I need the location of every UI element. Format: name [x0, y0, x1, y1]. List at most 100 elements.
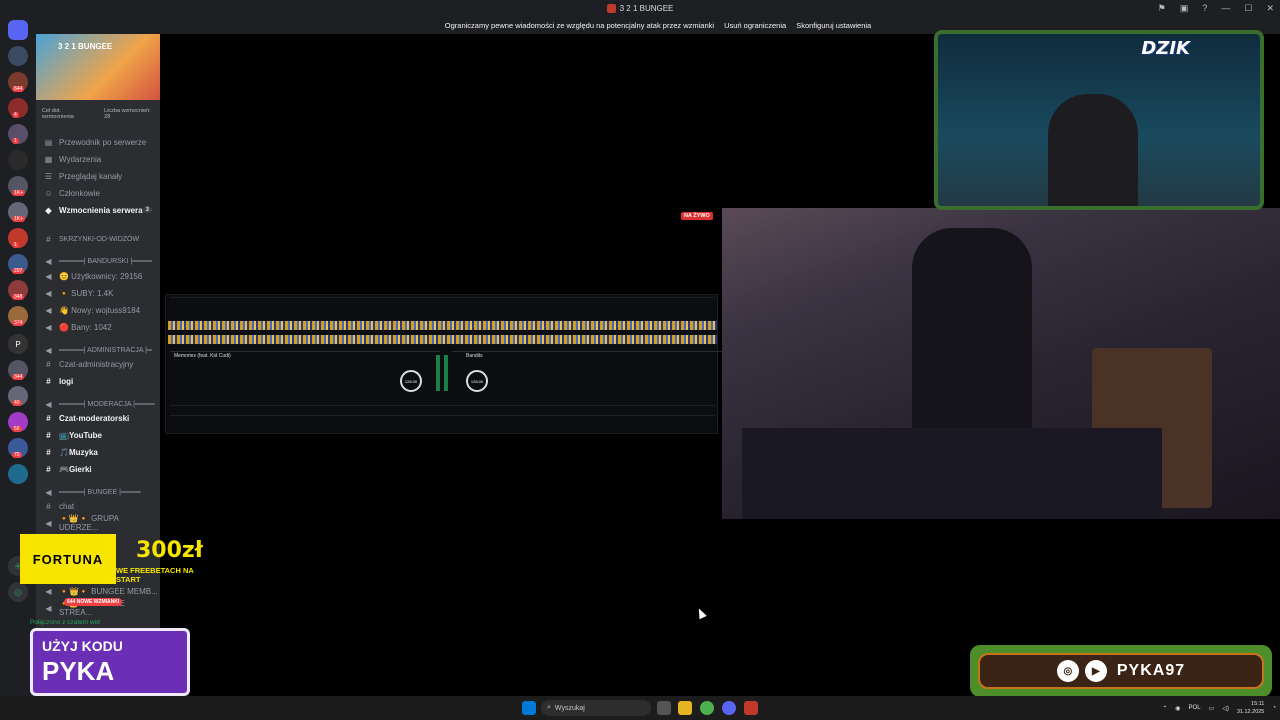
app-taskbar-icon[interactable] — [744, 701, 758, 715]
search-placeholder: Wyszukaj — [554, 704, 585, 712]
server-badge: 40 — [12, 400, 22, 406]
chrome-icon[interactable] — [700, 701, 714, 715]
window-titlebar: 3 2 1 BUNGEE — [0, 0, 1280, 16]
speaker-icon: ◀ — [45, 518, 52, 528]
channel-label: ═════| MODERACJA |════ — [59, 400, 155, 408]
server-banner-image[interactable]: 3 2 1 BUNGEE — [36, 34, 160, 100]
channel-label: 😊 Użytkownicy: 29156 — [59, 271, 143, 281]
server-badge: 4 — [12, 112, 19, 118]
server-badge: 348 — [12, 294, 25, 300]
channel-label: 🔸👑🔸 GRUPA UDERZE... — [58, 514, 119, 532]
search-icon: ⌕ — [547, 704, 551, 711]
instagram-icon: ◎ — [1056, 660, 1079, 682]
chevron-up-icon[interactable]: ⌃ — [1162, 705, 1167, 712]
dj-browser-row — [170, 415, 715, 425]
server-name[interactable]: 3 2 1 BUNGEE — [58, 42, 112, 51]
nav-server-guide[interactable]: ▤ Przewodnik po serwerze — [36, 134, 160, 150]
clock-time: 15:11 — [1251, 701, 1265, 707]
server-icon[interactable] — [8, 46, 28, 66]
server-icon[interactable]: P — [8, 334, 28, 354]
facecam-frame: DZIK — [934, 30, 1264, 210]
speaker-icon: ◀ — [45, 305, 52, 315]
speaker-icon: ◀ — [45, 399, 52, 409]
speaker-icon: ◀ — [45, 345, 52, 355]
voice-channel[interactable]: ◀ 🔸👑🔸 BUNGEE MEMB... — [36, 583, 160, 599]
notifications-icon[interactable]: ◔ — [1272, 705, 1276, 711]
text-channel[interactable]: # Czat-administracyjny — [36, 356, 160, 372]
channel-fader[interactable] — [436, 355, 440, 391]
voice-channel[interactable]: ◀ 👋 Nowy: wojtuss9184 — [36, 302, 160, 318]
nav-members[interactable]: ☺ Członkowie — [36, 185, 160, 201]
hashtag-icon: # — [46, 376, 51, 386]
inbox-icon[interactable]: ▣ — [1180, 3, 1189, 14]
voice-channel[interactable]: ◀ 😊 Użytkownicy: 29156 — [36, 268, 160, 284]
text-channel[interactable]: # 📺YouTube — [36, 427, 160, 443]
server-badge: 1 — [12, 242, 19, 248]
deck-b-jog-wheel[interactable]: 128.00 — [466, 370, 488, 392]
new-mentions-badge[interactable]: 644 NOWE WZMIANKI — [64, 598, 123, 606]
minimize-button[interactable]: — — [1221, 3, 1230, 13]
speaker-icon: ◀ — [45, 586, 52, 596]
speaker-icon: ◀ — [45, 271, 52, 281]
facecam-feed: DZIK — [938, 34, 1260, 206]
server-badge: 344 — [12, 374, 25, 380]
dj-software-window: Memories (feat. Kid Cudi) 128.00 Bandits… — [165, 294, 722, 434]
hashtag-icon: # — [46, 464, 51, 474]
channel-label: 🎮Gierki — [59, 464, 92, 474]
promo-code-overlay: UŻYJ KODU PYKA — [30, 628, 220, 696]
remove-restrictions-link[interactable]: Usuń ograniczenia — [724, 21, 786, 30]
help-icon[interactable]: ? — [1202, 3, 1207, 13]
calendar-icon: ▦ — [44, 154, 53, 164]
server-icon[interactable] — [8, 464, 28, 484]
waveform-overview[interactable] — [168, 321, 717, 330]
voice-channel[interactable]: ◀ 🔸 SUBY: 1.4K — [36, 285, 160, 301]
hashtag-icon: # — [46, 413, 51, 423]
server-badge: 1 — [12, 138, 19, 144]
discord-home-icon[interactable] — [8, 20, 28, 40]
server-badge: 1K+ — [12, 190, 26, 196]
channel-category[interactable]: # SKRZYNKI-OD-WIDZÓW — [36, 231, 160, 247]
voice-channel[interactable]: ◀ 🔴 Bany: 1042 — [36, 319, 160, 335]
fortuna-ad: FORTUNA 300zł WE FREEBETACH NA START — [20, 534, 210, 584]
pin-icon[interactable]: ⚑ — [1158, 3, 1166, 14]
dj-controller — [742, 428, 1162, 519]
fortuna-subtitle: WE FREEBETACH NA START — [116, 566, 194, 584]
voice-channel[interactable]: ◀ ═════| BANDURSKI |════ — [36, 253, 160, 269]
windows-start-icon[interactable] — [522, 701, 536, 715]
maximize-button[interactable]: ☐ — [1244, 3, 1252, 14]
file-explorer-icon[interactable] — [678, 701, 692, 715]
text-channel[interactable]: # chat — [36, 498, 160, 514]
task-view-icon[interactable] — [657, 701, 671, 715]
channel-sidebar: 3 2 1 BUNGEE Cel dot. wzmocnienia Liczba… — [36, 34, 160, 696]
nav-server-boosts[interactable]: ◆ Wzmocnienia serwera 3 — [36, 202, 160, 218]
close-button[interactable]: ✕ — [1266, 3, 1274, 14]
lang-indicator[interactable]: POL — [1189, 705, 1201, 711]
taskbar-search[interactable]: ⌕ Wyszukaj — [541, 700, 651, 716]
configure-settings-link[interactable]: Skonfiguruj ustawienia — [796, 21, 871, 30]
text-channel[interactable]: # logi — [36, 373, 160, 389]
waveform-overview[interactable] — [168, 335, 717, 344]
voice-channel[interactable]: ◀ 🔸👑🔸 GRUPA UDERZE... — [36, 514, 160, 532]
location-icon[interactable]: ◉ — [1175, 705, 1180, 712]
volume-icon[interactable]: ◁) — [1222, 705, 1229, 712]
boost-progress[interactable]: Cel dot. wzmocnienia Liczba wzmocnień: 2… — [42, 108, 154, 122]
speaker-icon: ◀ — [45, 603, 52, 613]
network-icon[interactable]: ▭ — [1209, 705, 1215, 712]
nav-label: Wzmocnienia serwera — [59, 205, 143, 215]
fortuna-amount: 300zł — [136, 538, 203, 563]
server-badge: 56 — [12, 426, 22, 432]
discord-taskbar-icon[interactable] — [722, 701, 736, 715]
clock[interactable]: 15:11 31.12.2025 — [1237, 700, 1265, 716]
deck-a-jog-wheel[interactable]: 128.00 — [400, 370, 422, 392]
nav-browse-channels[interactable]: ☰ Przeglądaj kanały — [36, 168, 160, 184]
hashtag-icon: # — [46, 234, 51, 244]
text-channel[interactable]: # 🎵Muzyka — [36, 444, 160, 460]
text-channel[interactable]: # 🎮Gierki — [36, 461, 160, 477]
server-icon[interactable] — [8, 150, 28, 170]
clock-date: 31.12.2025 — [1236, 709, 1265, 715]
text-channel[interactable]: # Czat-moderatorski — [36, 410, 160, 426]
window-title: 3 2 1 BUNGEE — [619, 3, 674, 13]
nav-events[interactable]: ▦ Wydarzenia — [36, 151, 160, 167]
discover-icon[interactable]: ◎ — [8, 582, 28, 602]
channel-fader[interactable] — [444, 355, 448, 391]
